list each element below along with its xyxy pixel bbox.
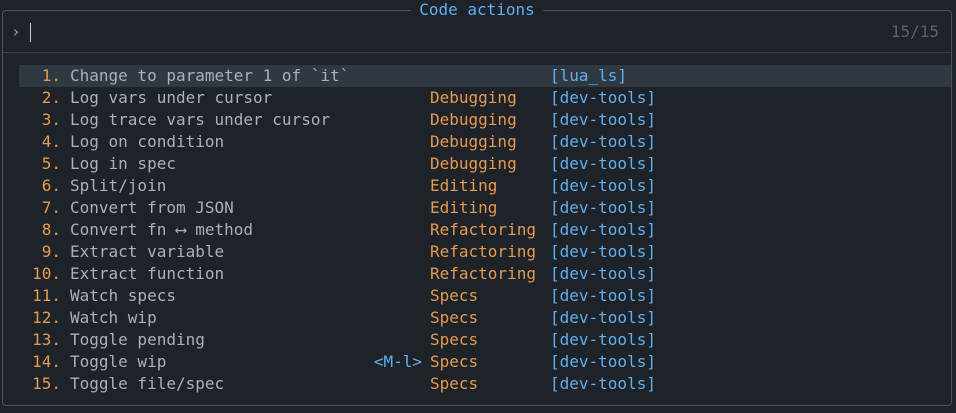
item-source: [dev-tools] — [550, 88, 656, 107]
item-label: Log in spec — [70, 154, 176, 173]
item-group: Debugging — [430, 132, 517, 151]
item-source: [dev-tools] — [550, 198, 656, 217]
item-number: 11. — [32, 286, 61, 305]
list-item[interactable]: 10. Extract function Refactoring [dev-tools… — [19, 263, 951, 285]
item-number: 1. — [41, 66, 61, 85]
item-label: Split/join — [70, 176, 167, 195]
item-number: 3. — [41, 110, 61, 129]
list-item[interactable]: 11. Watch specs Specs [dev-tools] — [19, 285, 951, 307]
item-group: Debugging — [430, 110, 517, 129]
window-title: Code actions — [411, 0, 543, 20]
item-source: [dev-tools] — [550, 374, 656, 393]
item-group: Specs — [430, 374, 479, 393]
list-item[interactable]: 15. Toggle file/spec Specs [dev-tools] — [19, 373, 951, 395]
item-source: [dev-tools] — [550, 330, 656, 349]
list-item[interactable]: 7. Convert from JSON Editing [dev-tools] — [19, 197, 951, 219]
list-item[interactable]: 13. Toggle pending Specs [dev-tools] — [19, 329, 951, 351]
item-group: Refactoring — [430, 242, 536, 261]
item-group: Editing — [430, 176, 498, 195]
item-group: Specs — [430, 286, 479, 305]
item-keymap: <M-l> — [373, 352, 422, 371]
item-number: 4. — [41, 132, 61, 151]
match-counter: 15/15 — [890, 22, 939, 41]
item-label: Watch wip — [70, 308, 157, 327]
item-number: 6. — [41, 176, 61, 195]
item-number: 7. — [41, 198, 61, 217]
item-number: 12. — [32, 308, 61, 327]
item-source: [lua_ls] — [550, 66, 628, 85]
item-group: Specs — [430, 330, 479, 349]
list-item[interactable]: 2. Log vars under cursor Debugging [dev-too… — [19, 87, 951, 109]
item-number: 15. — [32, 374, 61, 393]
item-label: Toggle wip — [70, 352, 167, 371]
prompt-row[interactable]: › 15/15 — [3, 21, 951, 43]
item-label: Change to parameter 1 of `it` — [70, 66, 350, 85]
item-number: 13. — [32, 330, 61, 349]
list-item[interactable]: 4. Log on condition Debugging [dev-tools] — [19, 131, 951, 153]
item-label: Log trace vars under cursor — [70, 110, 331, 129]
item-source: [dev-tools] — [550, 352, 656, 371]
item-label: Toggle file/spec — [70, 374, 225, 393]
item-label: Extract variable — [70, 242, 225, 261]
prompt-chevron-icon: › — [11, 22, 21, 41]
item-group: Debugging — [430, 88, 517, 107]
item-number: 9. — [41, 242, 61, 261]
item-source: [dev-tools] — [550, 176, 656, 195]
code-actions-window: Code actions › 15/15 1. Change to paramet… — [2, 0, 952, 406]
item-number: 8. — [41, 220, 61, 239]
item-label: Convert fn ⟷ method — [70, 220, 254, 239]
item-number: 2. — [41, 88, 61, 107]
item-group: Editing — [430, 198, 498, 217]
item-number: 10. — [32, 264, 61, 283]
item-number: 14. — [32, 352, 61, 371]
list-item[interactable]: 9. Extract variable Refactoring [dev-tools] — [19, 241, 951, 263]
item-group: Debugging — [430, 154, 517, 173]
item-group: Refactoring — [430, 264, 536, 283]
list-item[interactable]: 5. Log in spec Debugging [dev-tools] — [19, 153, 951, 175]
item-group: Specs — [430, 308, 479, 327]
item-label: Convert from JSON — [70, 198, 234, 217]
item-group: Refactoring — [430, 220, 536, 239]
divider — [3, 52, 951, 53]
item-label: Log on condition — [70, 132, 225, 151]
item-group: Specs — [430, 352, 479, 371]
item-source: [dev-tools] — [550, 110, 656, 129]
item-label: Watch specs — [70, 286, 176, 305]
list-item[interactable]: 14. Toggle wip <M-l> Specs [dev-tools] — [19, 351, 951, 373]
item-source: [dev-tools] — [550, 154, 656, 173]
item-source: [dev-tools] — [550, 132, 656, 151]
item-label: Log vars under cursor — [70, 88, 273, 107]
list-item[interactable]: 3. Log trace vars under cursor Debugging [d… — [19, 109, 951, 131]
item-source: [dev-tools] — [550, 220, 656, 239]
list-item[interactable]: 6. Split/join Editing [dev-tools] — [19, 175, 951, 197]
item-label: Extract function — [70, 264, 225, 283]
item-source: [dev-tools] — [550, 242, 656, 261]
list-item[interactable]: 12. Watch wip Specs [dev-tools] — [19, 307, 951, 329]
search-input[interactable] — [30, 23, 31, 42]
item-source: [dev-tools] — [550, 286, 656, 305]
list-item[interactable]: 1. Change to parameter 1 of `it` [lua_ls] — [19, 65, 951, 87]
list-item[interactable]: 8. Convert fn ⟷ method Refactoring [dev-too… — [19, 219, 951, 241]
item-number: 5. — [41, 154, 61, 173]
action-list: 1. Change to parameter 1 of `it` [lua_ls] 2… — [19, 65, 951, 395]
item-label: Toggle pending — [70, 330, 205, 349]
item-source: [dev-tools] — [550, 264, 656, 283]
item-source: [dev-tools] — [550, 308, 656, 327]
